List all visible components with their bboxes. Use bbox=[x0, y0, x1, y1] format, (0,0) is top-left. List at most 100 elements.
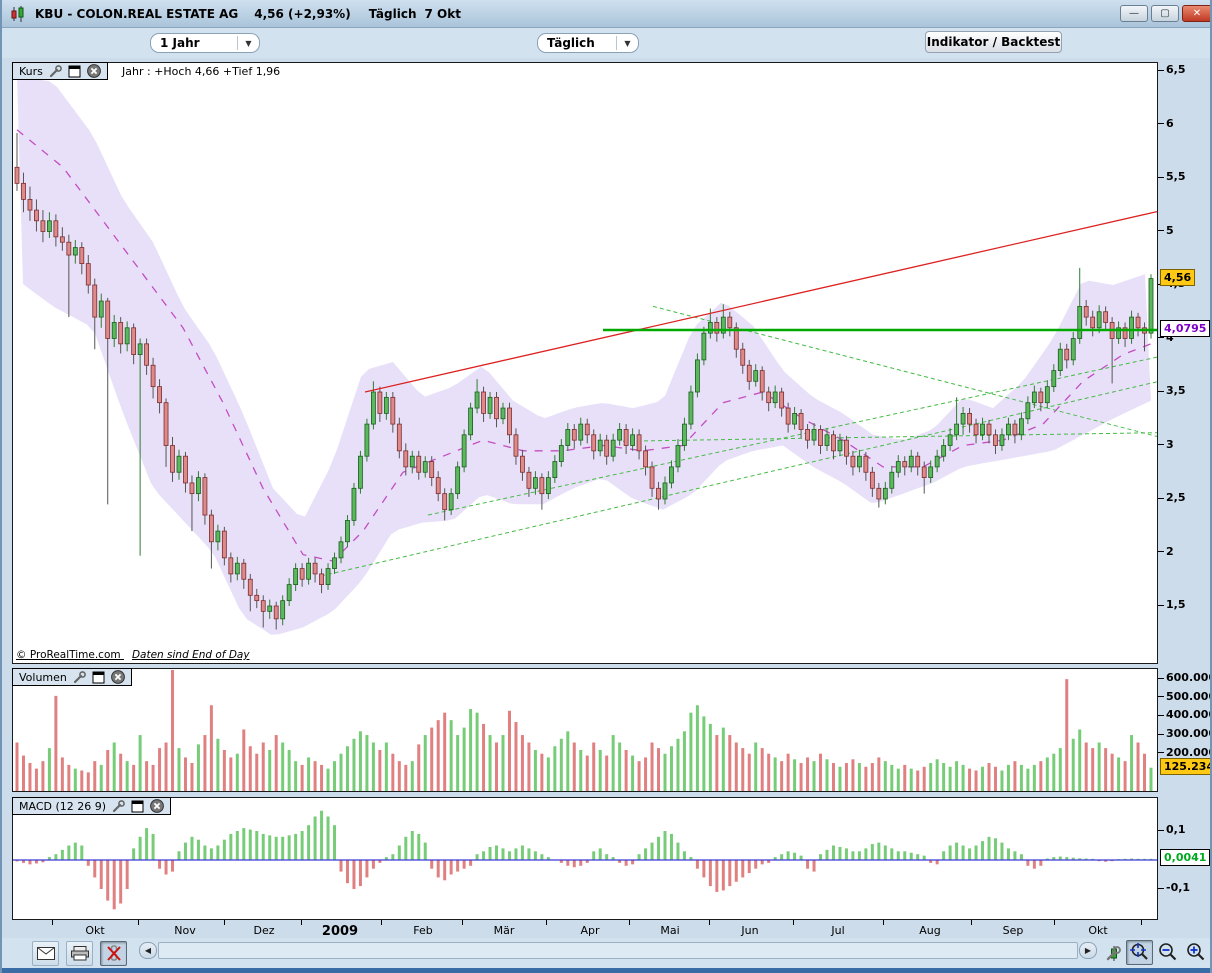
mail-icon bbox=[36, 947, 55, 960]
price-panel-title: Kurs bbox=[19, 64, 43, 78]
candle-body bbox=[533, 477, 538, 489]
price-axis-tick bbox=[1158, 123, 1164, 124]
candle-body bbox=[170, 445, 175, 473]
zoom-out-button[interactable] bbox=[1154, 940, 1181, 965]
candle-body bbox=[1077, 305, 1083, 339]
candle-body bbox=[1096, 311, 1102, 329]
candle-body bbox=[565, 429, 571, 446]
candle-body bbox=[986, 423, 992, 436]
candle-body bbox=[857, 455, 862, 468]
candle-body bbox=[312, 562, 318, 575]
macd-chart-svg[interactable] bbox=[13, 798, 1157, 919]
candle-body bbox=[241, 562, 247, 580]
volume-axis-label: 600.000 bbox=[1166, 671, 1212, 684]
chart-settings-button[interactable] bbox=[1101, 940, 1128, 965]
candle-body bbox=[53, 220, 59, 238]
copyright-text[interactable]: © ProRealTime.com bbox=[16, 649, 121, 661]
volume-axis-label: 400.000 bbox=[1166, 708, 1212, 721]
minimize-button[interactable]: — bbox=[1120, 5, 1148, 22]
close-button[interactable]: ✕ bbox=[1182, 5, 1210, 22]
candle-body bbox=[630, 434, 635, 446]
price-panel bbox=[12, 62, 1158, 664]
print-button[interactable] bbox=[66, 941, 93, 966]
candle-body bbox=[351, 487, 357, 521]
wrench-icon[interactable] bbox=[73, 670, 86, 684]
candle-body bbox=[1057, 348, 1063, 372]
month-tick bbox=[1141, 920, 1142, 925]
zoom-fit-button[interactable] bbox=[1126, 940, 1153, 965]
candle-body bbox=[345, 519, 350, 543]
indicator-backtest-button[interactable]: Indikator / Backtest bbox=[925, 31, 1062, 53]
disconnect-button[interactable] bbox=[100, 941, 127, 966]
month-label: Feb bbox=[413, 924, 433, 937]
candle-body bbox=[545, 477, 551, 495]
month-label: Okt bbox=[1088, 924, 1108, 937]
candle-body bbox=[189, 482, 195, 495]
h-scrollbar-track[interactable] bbox=[158, 942, 1078, 959]
zoom-in-button[interactable] bbox=[1182, 940, 1209, 965]
month-tick bbox=[971, 920, 972, 925]
candle-body bbox=[137, 343, 143, 355]
chevron-down-icon: ▼ bbox=[237, 36, 259, 50]
candle-body bbox=[40, 220, 46, 232]
candle-body bbox=[306, 562, 312, 580]
candle-body bbox=[513, 434, 519, 457]
detach-window-icon[interactable] bbox=[92, 671, 105, 684]
candle-body bbox=[695, 359, 700, 393]
volume-axis-tick bbox=[1158, 752, 1164, 753]
candle-body bbox=[967, 412, 972, 425]
scroll-right-icon: ▶ bbox=[1084, 946, 1092, 955]
window-date: 7 Okt bbox=[424, 6, 461, 21]
volume-panel-header: Volumen bbox=[12, 668, 132, 686]
candle-body bbox=[319, 573, 324, 585]
wrench-icon[interactable] bbox=[112, 799, 125, 813]
macd-axis-label: -0,1 bbox=[1166, 881, 1191, 894]
candle-body bbox=[435, 477, 441, 495]
close-icon[interactable] bbox=[150, 799, 164, 813]
candle-body bbox=[21, 182, 26, 200]
timeframe-dropdown[interactable]: Täglich ▼ bbox=[537, 33, 639, 53]
candle-body bbox=[1019, 418, 1024, 436]
candle-body bbox=[254, 594, 260, 602]
volume-axis-label: 500.000 bbox=[1166, 690, 1212, 703]
mail-button[interactable] bbox=[32, 941, 59, 966]
month-tick bbox=[793, 920, 794, 925]
eod-note: Daten sind End of Day bbox=[131, 649, 250, 661]
year-high-low-info: Jahr : +Hoch 4,66 +Tief 1,96 bbox=[122, 65, 281, 78]
zoom-in-icon bbox=[1187, 943, 1205, 961]
scroll-left-button[interactable]: ◀ bbox=[139, 942, 157, 959]
close-icon[interactable] bbox=[110, 670, 125, 684]
candle-body bbox=[163, 402, 169, 446]
detach-window-icon[interactable] bbox=[68, 65, 81, 78]
candle-body bbox=[221, 530, 227, 559]
candle-body bbox=[863, 455, 869, 473]
close-icon[interactable] bbox=[86, 64, 101, 78]
app-window: KBU - COLON.REAL ESTATE AG 4,56 (+2,93%)… bbox=[0, 0, 1212, 973]
candle-body bbox=[837, 439, 843, 452]
price-chart-svg[interactable] bbox=[13, 63, 1157, 663]
candle-body bbox=[759, 370, 765, 393]
price-panel-header: Kurs bbox=[12, 62, 108, 80]
volume-axis-tick bbox=[1158, 678, 1164, 679]
candle-body bbox=[643, 450, 648, 468]
range-dropdown[interactable]: 1 Jahr ▼ bbox=[150, 33, 260, 53]
wrench-icon[interactable] bbox=[49, 64, 62, 78]
candle-body bbox=[682, 423, 687, 446]
month-tick bbox=[224, 920, 225, 925]
candle-body bbox=[215, 530, 221, 543]
candle-body bbox=[72, 247, 78, 256]
detach-window-icon[interactable] bbox=[131, 800, 144, 813]
volume-chart-svg[interactable] bbox=[13, 669, 1157, 791]
candle-body bbox=[79, 247, 85, 265]
candle-body bbox=[494, 396, 499, 420]
scroll-right-button[interactable]: ▶ bbox=[1079, 942, 1097, 959]
main-toolbar: 1 Jahr ▼ Täglich ▼ Indikator / Backtest bbox=[2, 28, 1210, 58]
candle-body bbox=[448, 493, 454, 511]
candle-body bbox=[358, 455, 363, 489]
candle-body bbox=[526, 471, 532, 489]
candle-body bbox=[280, 600, 286, 620]
month-label: Mai bbox=[660, 924, 680, 937]
candle-body bbox=[124, 327, 130, 345]
candle-body bbox=[636, 434, 642, 452]
maximize-button[interactable]: ▢ bbox=[1151, 5, 1179, 22]
